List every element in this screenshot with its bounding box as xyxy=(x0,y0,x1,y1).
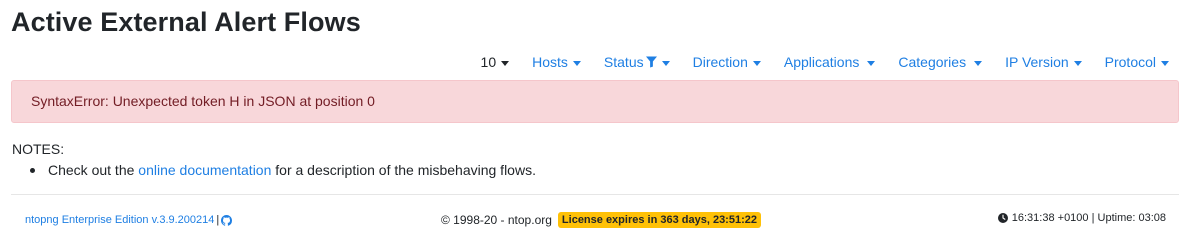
footer-copyright: © 1998-20 - ntop.org License expires in … xyxy=(441,212,761,228)
status-dropdown[interactable]: Status xyxy=(604,54,670,70)
filter-toolbar: 10 Hosts Status Direction Applications C… xyxy=(481,53,1169,71)
chevron-down-icon xyxy=(501,60,510,66)
protocol-dropdown[interactable]: Protocol xyxy=(1105,54,1169,70)
chevron-down-icon xyxy=(867,60,876,66)
license-badge: License expires in 363 days, 23:51:22 xyxy=(557,212,761,228)
footer-clock: 16:31:38 +0100 | Uptime: 03:08 xyxy=(997,212,1166,224)
ip-version-dropdown[interactable]: IP Version xyxy=(1005,54,1082,70)
hosts-dropdown[interactable]: Hosts xyxy=(532,54,581,70)
list-item: Check out the online documentation for a… xyxy=(30,162,536,178)
chevron-down-icon xyxy=(752,60,761,66)
github-icon[interactable] xyxy=(221,214,233,226)
direction-dropdown[interactable]: Direction xyxy=(693,54,761,70)
applications-label: Applications xyxy=(783,54,860,70)
chevron-down-icon xyxy=(572,60,581,66)
page-title: Active External Alert Flows xyxy=(11,7,361,37)
page-size-dropdown[interactable]: 10 xyxy=(481,54,510,70)
edition-link[interactable]: ntopng Enterprise Edition v.3.9.200214 xyxy=(25,214,214,226)
clock-uptime-text: 16:31:38 +0100 | Uptime: 03:08 xyxy=(1011,212,1166,224)
clock-icon xyxy=(997,213,1008,223)
footer-version: ntopng Enterprise Edition v.3.9.200214 | xyxy=(25,214,233,226)
ip-version-label: IP Version xyxy=(1005,54,1069,70)
note-suffix: for a description of the misbehaving flo… xyxy=(275,162,536,178)
direction-label: Direction xyxy=(692,54,748,70)
notes-list: Check out the online documentation for a… xyxy=(30,162,536,178)
online-documentation-link[interactable]: online documentation xyxy=(138,162,271,178)
notes-heading: NOTES: xyxy=(12,141,65,157)
categories-label: Categories xyxy=(898,54,967,70)
applications-dropdown[interactable]: Applications xyxy=(784,54,876,70)
footer-separator: | xyxy=(216,214,220,226)
bullet-icon xyxy=(30,168,35,173)
chevron-down-icon xyxy=(1161,60,1169,66)
protocol-label: Protocol xyxy=(1104,54,1156,70)
error-message: SyntaxError: Unexpected token H in JSON … xyxy=(31,93,375,109)
chevron-down-icon xyxy=(661,60,670,66)
status-label: Status xyxy=(603,54,644,70)
chevron-down-icon xyxy=(1073,60,1082,66)
copyright-text: © 1998-20 - ntop.org xyxy=(441,213,552,227)
footer-divider xyxy=(11,194,1179,195)
categories-dropdown[interactable]: Categories xyxy=(898,54,983,70)
filter-icon xyxy=(645,56,657,68)
page-size-value: 10 xyxy=(480,54,497,70)
error-alert: SyntaxError: Unexpected token H in JSON … xyxy=(11,80,1179,123)
chevron-down-icon xyxy=(974,60,983,66)
hosts-label: Hosts xyxy=(532,54,568,70)
note-prefix: Check out the xyxy=(48,162,135,178)
